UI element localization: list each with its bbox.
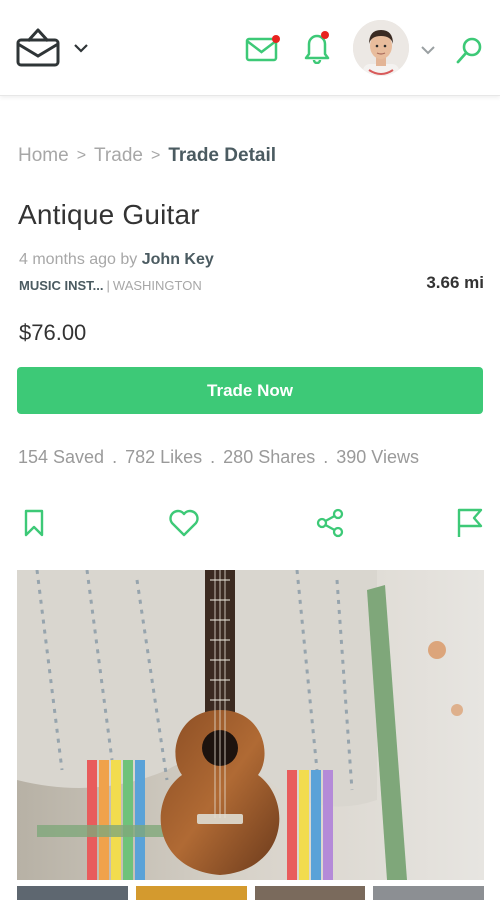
listing-category-location: MUSIC INST... | WASHINGTON bbox=[19, 278, 202, 293]
thumbnail[interactable] bbox=[373, 886, 484, 900]
guitar-photo bbox=[17, 570, 484, 880]
category-divider: | bbox=[106, 278, 110, 293]
listing-title: Antique Guitar bbox=[18, 199, 200, 230]
views-count: 390 Views bbox=[336, 447, 419, 467]
thumbnail[interactable] bbox=[17, 886, 128, 900]
avatar-image bbox=[353, 20, 409, 76]
notifications-dot bbox=[321, 31, 329, 39]
distance-label: 3.66 mi bbox=[426, 273, 484, 292]
save-button[interactable] bbox=[16, 505, 52, 541]
stats-separator: . bbox=[112, 447, 118, 467]
thumbnail-strip bbox=[17, 886, 484, 900]
stats-separator: . bbox=[323, 447, 329, 467]
category-label[interactable]: MUSIC INST... bbox=[19, 278, 104, 293]
listing-photo[interactable] bbox=[17, 570, 484, 880]
heart-icon bbox=[169, 509, 199, 537]
flag-icon bbox=[457, 508, 483, 537]
bookmark-icon bbox=[24, 509, 44, 537]
thumbnail[interactable] bbox=[254, 886, 366, 900]
posted-time: 4 months ago by bbox=[19, 251, 138, 268]
price-label: $76.00 bbox=[19, 320, 87, 345]
logo-menu-toggle[interactable] bbox=[71, 38, 91, 58]
breadcrumb-home[interactable]: Home bbox=[18, 145, 69, 167]
notifications-button[interactable] bbox=[300, 28, 334, 66]
messages-notification-dot bbox=[272, 35, 280, 43]
likes-count: 782 Likes bbox=[125, 447, 203, 467]
shopping-bag-icon bbox=[16, 28, 60, 67]
listing-meta: 4 months ago by John Key bbox=[19, 251, 214, 269]
breadcrumb: Home > Trade > Trade Detail bbox=[18, 143, 276, 169]
location-label: WASHINGTON bbox=[112, 278, 202, 293]
share-icon bbox=[316, 508, 344, 538]
listing-stats: 154 Saved . 782 Likes . 280 Shares . 390… bbox=[18, 447, 419, 468]
messages-button[interactable] bbox=[242, 30, 282, 66]
top-header bbox=[0, 0, 500, 96]
report-button[interactable] bbox=[451, 505, 487, 541]
trade-now-button[interactable]: Trade Now bbox=[17, 367, 483, 414]
search-button[interactable] bbox=[452, 34, 486, 68]
breadcrumb-trade[interactable]: Trade bbox=[94, 145, 143, 167]
profile-menu-toggle[interactable] bbox=[418, 40, 438, 60]
shares-count: 280 Shares bbox=[223, 447, 316, 467]
chevron-down-icon bbox=[74, 44, 88, 53]
chevron-down-icon bbox=[421, 46, 435, 55]
search-icon bbox=[456, 37, 482, 64]
breadcrumb-separator: > bbox=[150, 147, 161, 164]
stats-separator: . bbox=[210, 447, 216, 467]
author-link[interactable]: John Key bbox=[142, 251, 214, 268]
logo-button[interactable] bbox=[14, 24, 62, 70]
like-button[interactable] bbox=[166, 505, 202, 541]
user-avatar[interactable] bbox=[353, 20, 409, 76]
breadcrumb-separator: > bbox=[76, 147, 87, 164]
breadcrumb-current: Trade Detail bbox=[168, 145, 277, 166]
thumbnail[interactable] bbox=[135, 886, 247, 900]
saved-count: 154 Saved bbox=[18, 447, 105, 467]
share-button[interactable] bbox=[312, 505, 348, 541]
